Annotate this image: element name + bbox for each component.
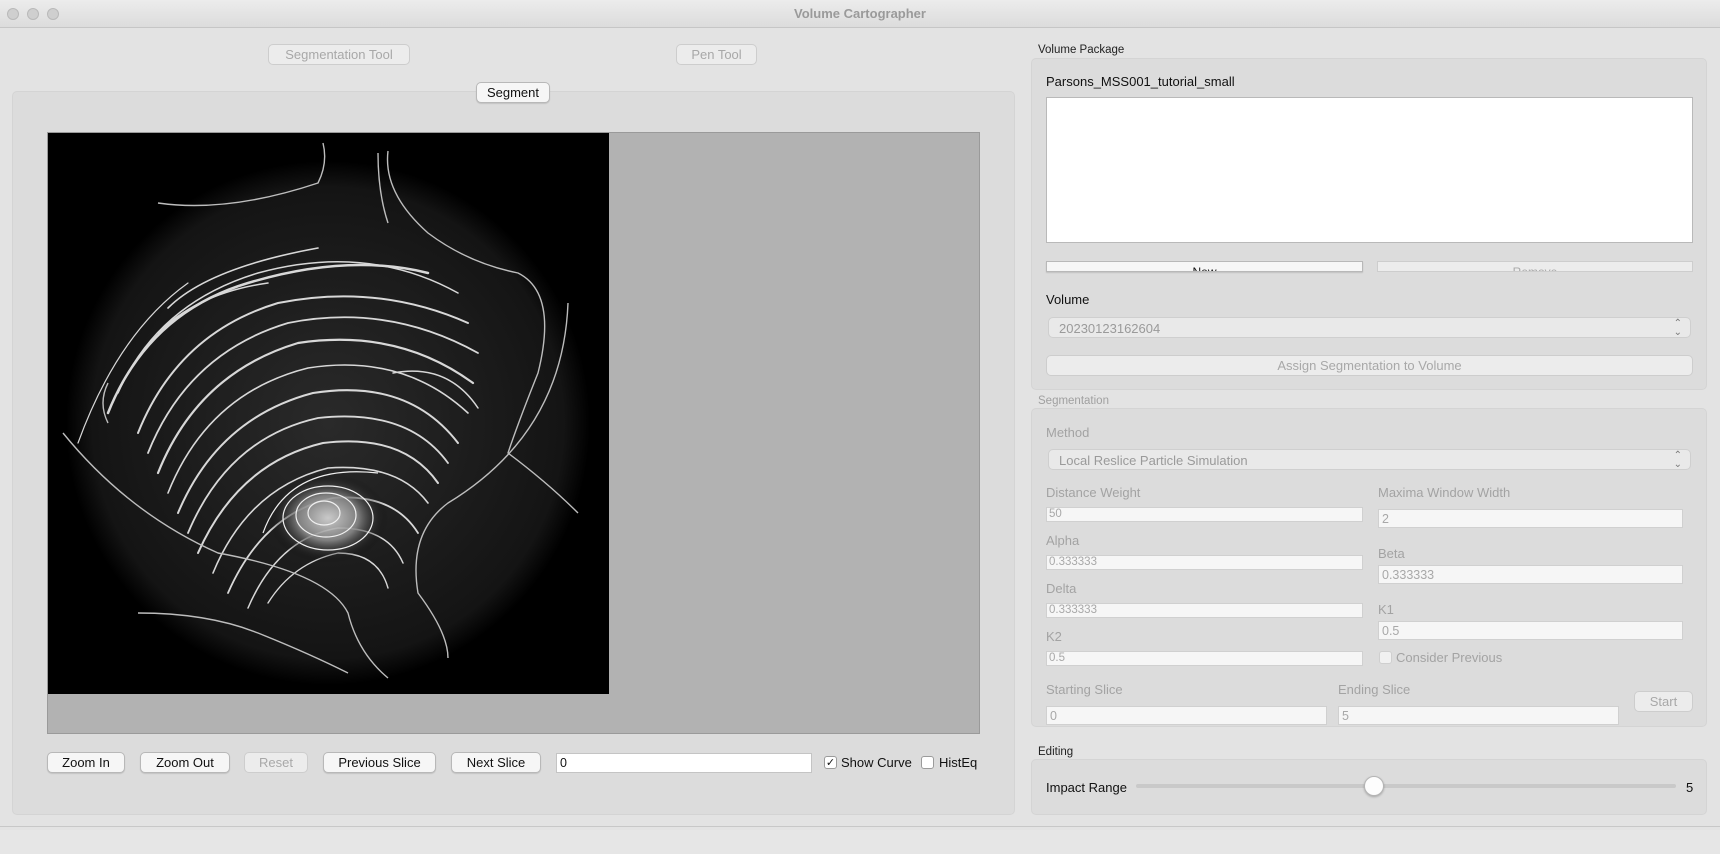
alpha-label: Alpha (1046, 533, 1080, 548)
assign-segmentation-button[interactable]: Assign Segmentation to Volume (1046, 355, 1693, 376)
window-title: Volume Cartographer (794, 6, 926, 21)
starting-slice-field[interactable]: 0 (1046, 706, 1327, 725)
impact-range-value: 5 (1686, 780, 1694, 795)
status-divider (0, 826, 1720, 827)
beta-label: Beta (1378, 546, 1405, 561)
slice-number-field[interactable]: 0 (556, 753, 812, 773)
maxima-window-field[interactable]: 2 (1378, 509, 1683, 528)
method-label: Method (1046, 425, 1090, 440)
volume-select[interactable]: 20230123162604 ⌃ ⌄ (1048, 317, 1691, 338)
new-segmentation-button[interactable]: New (1046, 261, 1363, 272)
remove-segmentation-button[interactable]: Remove (1377, 261, 1693, 272)
delta-label: Delta (1046, 581, 1077, 596)
k2-field[interactable]: 0.5 (1046, 651, 1363, 666)
pen-tool-button[interactable]: Pen Tool (676, 44, 757, 65)
beta-field[interactable]: 0.333333 (1378, 565, 1683, 584)
ending-slice-label: Ending Slice (1338, 682, 1411, 697)
slice-viewport[interactable] (47, 132, 980, 734)
ct-slice-image (48, 133, 609, 694)
delta-field[interactable]: 0.333333 (1046, 603, 1363, 618)
ending-slice-field[interactable]: 5 (1338, 706, 1619, 725)
starting-slice-label: Starting Slice (1046, 682, 1123, 697)
histeq-label: HistEq (939, 755, 978, 770)
editing-title: Editing (1038, 746, 1074, 758)
histeq-checkbox[interactable] (921, 756, 934, 769)
previous-slice-button[interactable]: Previous Slice (323, 752, 436, 773)
start-button[interactable]: Start (1634, 691, 1693, 712)
title-bar: Volume Cartographer (0, 0, 1720, 28)
method-select[interactable]: Local Reslice Particle Simulation ⌃ ⌄ (1048, 449, 1691, 470)
chevron-updown-icon: ⌃ ⌄ (1673, 450, 1682, 470)
distance-weight-field[interactable]: 50 (1046, 507, 1363, 522)
zoom-out-button[interactable]: Zoom Out (140, 752, 230, 773)
impact-range-slider-handle[interactable] (1363, 776, 1384, 796)
zoom-in-button[interactable]: Zoom In (47, 752, 125, 773)
volume-package-name: Parsons_MSS001_tutorial_small (1046, 74, 1235, 89)
segmentation-tool-button[interactable]: Segmentation Tool (268, 44, 410, 65)
distance-weight-label: Distance Weight (1046, 485, 1141, 500)
volume-select-value: 20230123162604 (1059, 321, 1161, 336)
volume-package-title: Volume Package (1038, 44, 1125, 56)
segment-tab[interactable]: Segment (476, 82, 550, 103)
segmentation-list[interactable] (1046, 97, 1693, 243)
k1-field[interactable]: 0.5 (1378, 621, 1683, 640)
next-slice-button[interactable]: Next Slice (451, 752, 541, 773)
k2-label: K2 (1046, 629, 1062, 644)
impact-range-slider[interactable] (1136, 776, 1676, 796)
chevron-updown-icon: ⌃ ⌄ (1673, 318, 1682, 338)
consider-previous-checkbox[interactable] (1379, 651, 1392, 664)
status-bar (0, 830, 1720, 854)
k1-label: K1 (1378, 602, 1394, 617)
maxima-window-label: Maxima Window Width (1378, 485, 1511, 500)
segmentation-title: Segmentation (1038, 395, 1109, 407)
show-curve-label: Show Curve (841, 755, 912, 770)
method-select-value: Local Reslice Particle Simulation (1059, 453, 1248, 468)
impact-range-label: Impact Range (1046, 780, 1127, 795)
reset-button[interactable]: Reset (244, 752, 308, 773)
consider-previous-label: Consider Previous (1396, 650, 1503, 665)
show-curve-checkbox[interactable]: ✓ (824, 756, 837, 769)
volume-label: Volume (1046, 292, 1090, 307)
alpha-field[interactable]: 0.333333 (1046, 555, 1363, 570)
